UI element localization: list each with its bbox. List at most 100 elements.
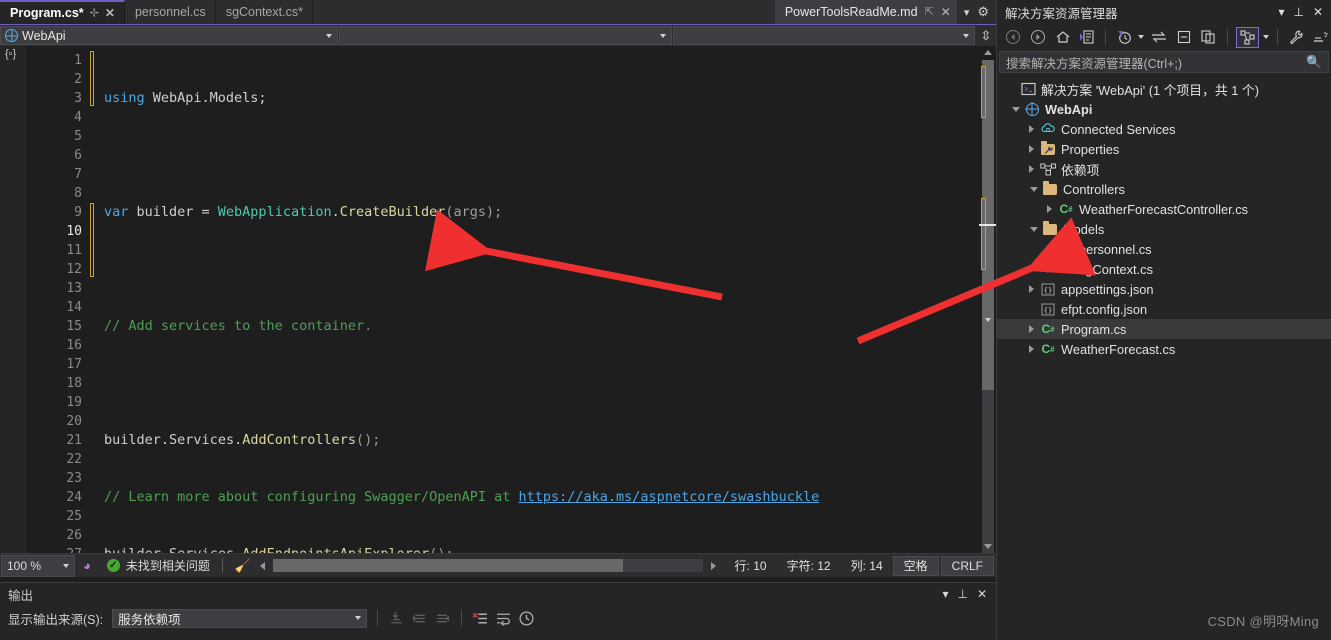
tree-item-sgcontext-cs[interactable]: C # sgContext.cs [997, 259, 1331, 279]
close-icon[interactable]: ✕ [105, 7, 115, 19]
close-icon[interactable]: ✕ [1313, 5, 1323, 19]
tree-item-controllers[interactable]: Controllers [997, 179, 1331, 199]
tab-sgcontext-cs[interactable]: sgContext.cs* [215, 0, 313, 24]
tree-item-models[interactable]: Models [997, 219, 1331, 239]
expander-collapsed-icon[interactable] [1025, 125, 1038, 133]
code-cleanup-icon[interactable]: 🧹 [235, 558, 251, 574]
scroll-down-icon[interactable] [984, 544, 992, 549]
line-number: 25 [66, 509, 82, 524]
search-icon[interactable]: 🔍 [1306, 55, 1322, 70]
code-map-icon[interactable]: {▫} [5, 49, 16, 60]
expander-collapsed-icon[interactable] [1025, 145, 1038, 153]
home-icon[interactable] [1053, 27, 1073, 47]
issues-status[interactable]: ✓ 未找到相关问题 [106, 557, 210, 574]
solution-explorer-tree[interactable]: 解决方案 'WebApi' (1 个项目，共 1 个) WebApi Conne… [997, 73, 1331, 359]
view-class-diagram-icon[interactable] [1235, 26, 1260, 48]
show-all-files-icon[interactable] [1199, 27, 1219, 47]
line-number: 8 [74, 186, 82, 201]
solution-explorer-search-input[interactable]: 搜索解决方案资源管理器(Ctrl+;) 🔍 [999, 51, 1329, 73]
type-dropdown[interactable] [339, 26, 672, 45]
collapse-all-icon[interactable] [1174, 27, 1194, 47]
expander-collapsed-icon[interactable] [1025, 285, 1038, 293]
tree-item-label: appsettings.json [1061, 281, 1154, 297]
solution-explorer-panel: 解决方案资源管理器 ▾ ⊥ ✕ 搜索解决方案资源管理器(Ctrl+;) 🔍 解决… [996, 0, 1331, 640]
toggle-timestamp-icon[interactable] [518, 610, 535, 627]
editor-vertical-scrollbar[interactable] [979, 46, 996, 553]
back-icon[interactable] [1003, 27, 1023, 47]
tree-item-webapi[interactable]: WebApi [997, 99, 1331, 119]
scroll-up-icon[interactable] [984, 50, 992, 55]
expander-expanded-icon[interactable] [1027, 186, 1040, 192]
chevron-down-icon[interactable]: ▾ [1278, 5, 1284, 19]
swashbuckle-link[interactable]: https://aka.ms/aspnetcore/swashbuckle [519, 489, 820, 505]
pending-changes-filter-icon[interactable] [1114, 27, 1134, 47]
line-number: 27 [26, 545, 88, 553]
hscrollbar-thumb[interactable] [273, 559, 624, 572]
member-dropdown[interactable] [673, 26, 975, 45]
expander-collapsed-icon[interactable] [1025, 325, 1038, 333]
tree-item-properties[interactable]: Properties [997, 139, 1331, 159]
go-to-previous-icon[interactable] [411, 610, 428, 627]
chevron-down-icon[interactable]: ▾ [942, 587, 948, 601]
pin-icon[interactable]: ⊹ [90, 7, 99, 19]
code-text[interactable]: using WebApi.Models; var builder = WebAp… [98, 46, 996, 553]
scroll-right-icon[interactable] [710, 561, 716, 570]
expander-collapsed-icon[interactable] [1025, 165, 1038, 173]
properties-icon[interactable] [1286, 27, 1306, 47]
output-source-dropdown[interactable]: 服务依赖项 [112, 608, 368, 628]
tree-item-solution[interactable]: 解决方案 'WebApi' (1 个项目，共 1 个) [997, 79, 1331, 99]
tree-item-appsettings-json[interactable]: {} appsettings.json [997, 279, 1331, 299]
pin-icon[interactable]: ⊥ [957, 587, 967, 601]
chevron-down-icon[interactable] [1263, 35, 1270, 39]
solution-explorer-window-controls: ▾ ⊥ ✕ [1278, 5, 1331, 19]
scroll-left-icon[interactable] [260, 561, 266, 570]
line-number: 6 [74, 148, 82, 163]
preview-tab-icon[interactable]: ⇱ [925, 6, 934, 18]
clear-all-icon[interactable] [472, 610, 489, 627]
change-marker [90, 203, 94, 277]
zoom-level-dropdown[interactable]: 100 % [1, 554, 75, 577]
chevron-down-icon[interactable] [1138, 35, 1145, 39]
tree-item-personnel-cs[interactable]: C # personnel.cs [997, 239, 1331, 259]
globe-icon [1022, 102, 1042, 116]
chevron-down-icon[interactable] [985, 318, 991, 322]
tree-item-weatherforecastcontroller-cs[interactable]: C # WeatherForecastController.cs [997, 199, 1331, 219]
expander-expanded-icon[interactable] [1027, 226, 1040, 232]
tree-item-connected-services[interactable]: Connected Services [997, 119, 1331, 139]
globe-icon [5, 29, 18, 42]
preview-selected-items-icon[interactable] [1311, 27, 1331, 47]
line-ending-indicator[interactable]: CRLF [940, 555, 994, 576]
code-editor[interactable]: {▫} 1 2 3 4 5 6 7 8 9 10 11 12 13 14 15 … [0, 46, 996, 553]
close-icon[interactable]: ✕ [941, 6, 951, 18]
forward-icon[interactable] [1028, 27, 1048, 47]
tree-item-dependencies[interactable]: 依赖项 [997, 159, 1331, 179]
chevron-down-icon[interactable]: ▾ [964, 6, 970, 19]
word-wrap-icon[interactable] [495, 610, 512, 627]
intellicode-icon[interactable]: ◕ [83, 558, 91, 573]
tree-item-efpt-config-json[interactable]: {} efpt.config.json [997, 299, 1331, 319]
expander-collapsed-icon[interactable] [1025, 345, 1038, 353]
gear-icon[interactable]: ⚙ [977, 4, 989, 20]
pin-icon[interactable]: ⊥ [1293, 5, 1303, 19]
tab-program-cs[interactable]: Program.cs* ⊹ ✕ [0, 0, 125, 24]
project-dropdown[interactable]: WebApi [0, 26, 338, 45]
expander-collapsed-icon[interactable] [1043, 205, 1056, 213]
editor-horizontal-scrollbar[interactable] [257, 557, 718, 574]
expander-expanded-icon[interactable] [1009, 106, 1022, 112]
find-message-icon[interactable] [388, 610, 405, 627]
tab-powertoolsreadme-md[interactable]: PowerToolsReadMe.md ⇱ ✕ [774, 0, 957, 24]
tree-item-program-cs[interactable]: C # Program.cs [997, 319, 1331, 339]
tree-item-weatherforecast-cs[interactable]: C # WeatherForecast.cs [997, 339, 1331, 359]
expander-collapsed-icon[interactable] [1043, 265, 1056, 273]
go-to-next-icon[interactable] [434, 610, 451, 627]
expander-collapsed-icon[interactable] [1043, 245, 1056, 253]
sync-with-active-document-icon[interactable] [1149, 27, 1169, 47]
tab-personnel-cs[interactable]: personnel.cs [124, 0, 216, 24]
close-icon[interactable]: ✕ [977, 587, 987, 601]
line-indicator: 行: 10 [734, 559, 767, 573]
split-window-icon[interactable]: ⇳ [976, 25, 996, 46]
dot: . [160, 432, 170, 448]
indentation-indicator[interactable]: 空格 [892, 555, 939, 576]
collapse-to-definitions-icon[interactable] [1077, 27, 1097, 47]
solution-icon [1018, 82, 1038, 96]
